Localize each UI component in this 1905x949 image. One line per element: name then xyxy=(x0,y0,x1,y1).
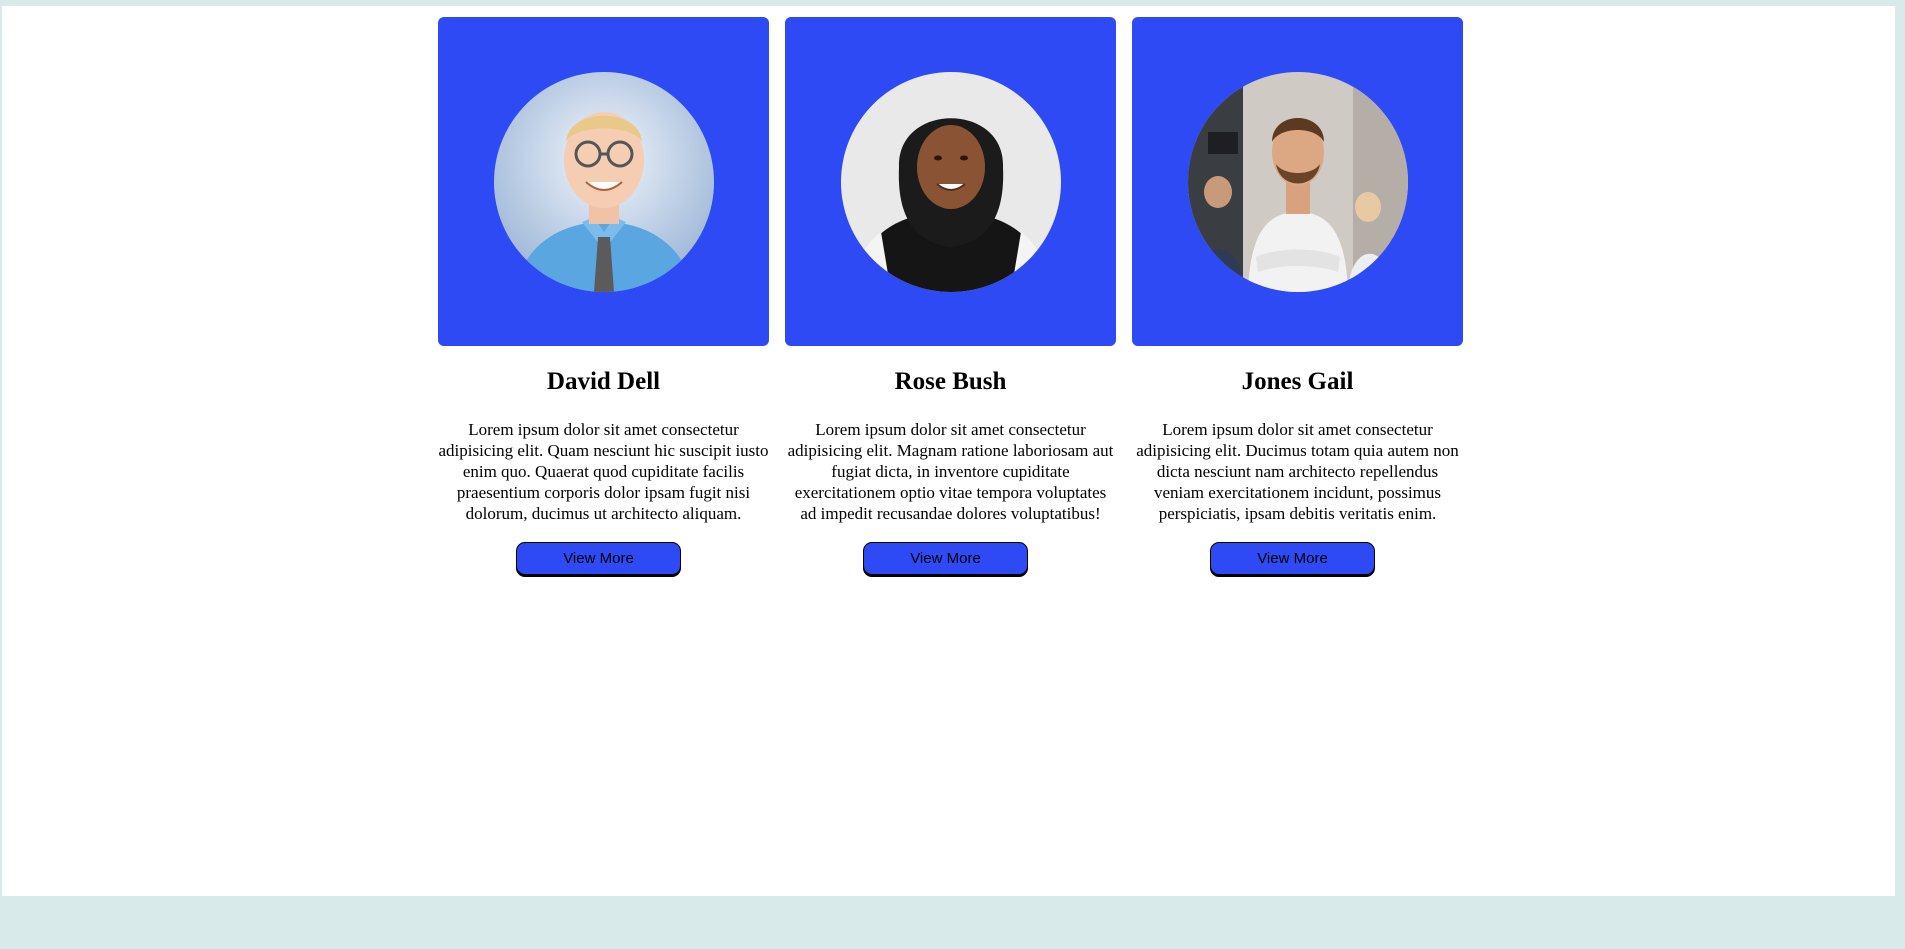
member-name: David Dell xyxy=(546,368,661,395)
photo-box xyxy=(1132,17,1463,346)
member-description: Lorem ipsum dolor sit amet consectetur a… xyxy=(787,420,1114,523)
view-more-button[interactable]: View More xyxy=(1210,542,1375,575)
person-photo-icon xyxy=(493,71,714,292)
team-cards: David Dell Lorem ipsum dolor sit amet co… xyxy=(438,17,1463,575)
team-card: David Dell Lorem ipsum dolor sit amet co… xyxy=(438,17,769,575)
avatar xyxy=(840,71,1061,292)
view-more-button[interactable]: View More xyxy=(516,542,681,575)
member-name: Rose Bush xyxy=(894,368,1007,395)
avatar xyxy=(493,71,714,292)
person-photo-icon xyxy=(840,71,1061,292)
photo-box xyxy=(785,17,1116,346)
avatar xyxy=(1187,71,1408,292)
member-description: Lorem ipsum dolor sit amet consectetur a… xyxy=(438,420,769,523)
page: David Dell Lorem ipsum dolor sit amet co… xyxy=(2,6,1895,896)
member-name: Jones Gail xyxy=(1241,368,1354,395)
photo-box xyxy=(438,17,769,346)
member-description: Lorem ipsum dolor sit amet consectetur a… xyxy=(1136,420,1459,523)
team-card: Rose Bush Lorem ipsum dolor sit amet con… xyxy=(785,17,1116,575)
view-more-button[interactable]: View More xyxy=(863,542,1028,575)
team-card: Jones Gail Lorem ipsum dolor sit amet co… xyxy=(1132,17,1463,575)
person-photo-icon xyxy=(1187,71,1408,292)
